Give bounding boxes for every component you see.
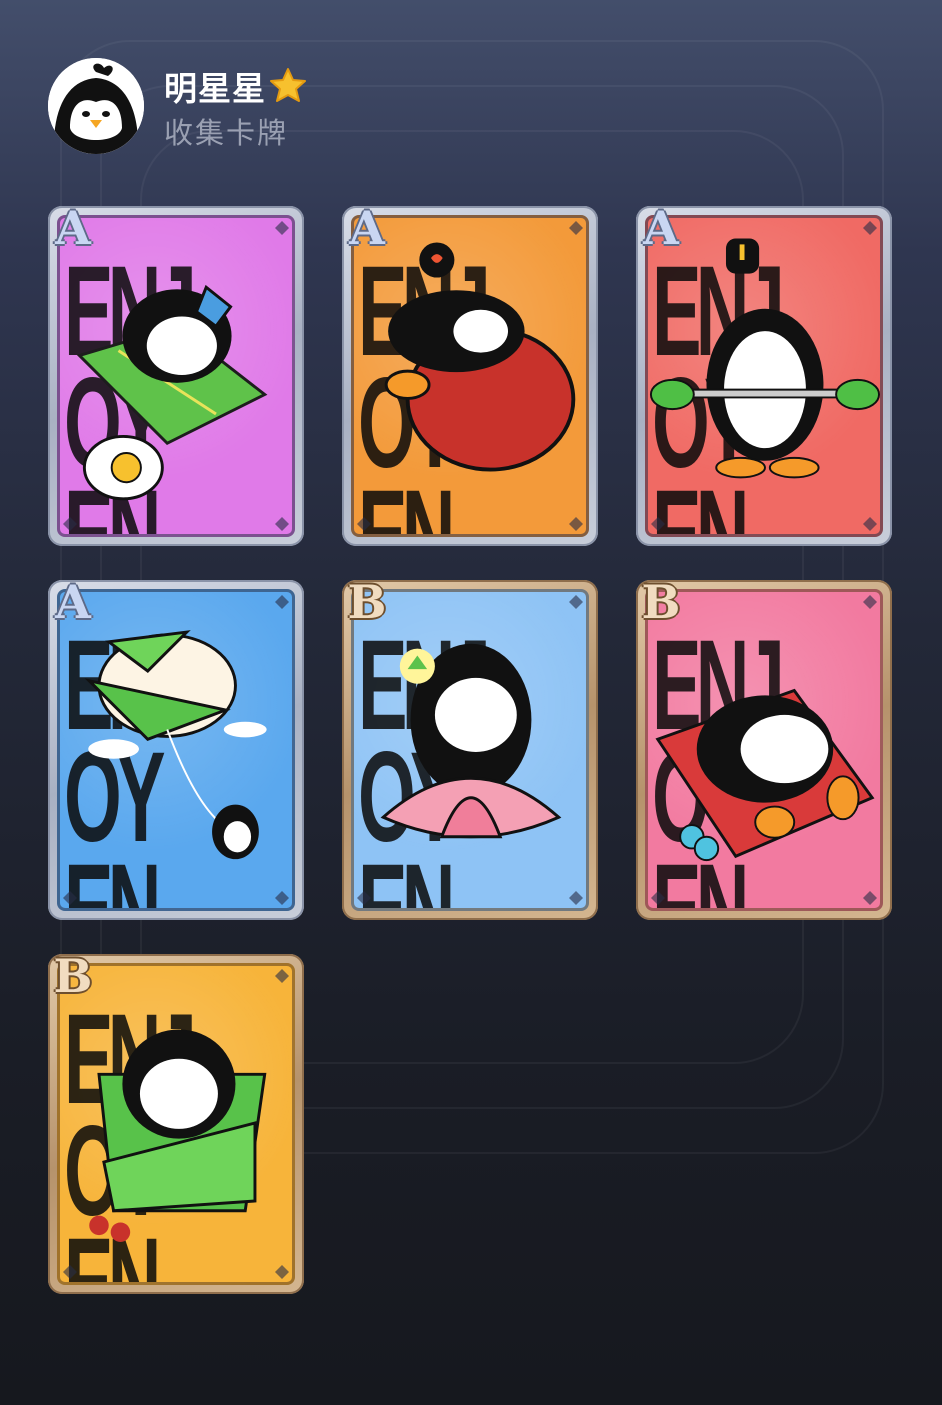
card-tier-badge: B	[347, 575, 387, 629]
card-corner-ornament-icon	[569, 595, 583, 609]
card-face: ENJ OY EN	[645, 589, 883, 911]
card-tier-badge: A	[55, 575, 91, 629]
card-tier-badge: A	[55, 201, 91, 255]
card-corner-ornament-icon	[357, 517, 371, 531]
penguin-avatar-icon	[48, 58, 144, 154]
page-subtitle: 收集卡牌	[164, 116, 289, 150]
card-face: ENJ OY EN	[57, 589, 295, 911]
card-corner-ornament-icon	[63, 891, 77, 905]
card-corner-ornament-icon	[63, 1265, 77, 1279]
card-corner-ornament-icon	[863, 595, 877, 609]
card-corner-ornament-icon	[569, 891, 583, 905]
card-face: ENJ OY EN	[351, 589, 589, 911]
card-corner-ornament-icon	[275, 1265, 289, 1279]
card-corner-ornament-icon	[275, 221, 289, 235]
collection-card[interactable]: BENJ OY EN	[342, 575, 598, 920]
card-corner-ornament-icon	[275, 969, 289, 983]
card-corner-ornament-icon	[569, 517, 583, 531]
avatar[interactable]	[48, 58, 144, 154]
penguin-red-date-icon	[384, 242, 576, 472]
penguin-yoga-mat-icon	[655, 688, 875, 862]
name-row: 明星星	[164, 62, 308, 110]
card-corner-ornament-icon	[863, 891, 877, 905]
card-corner-ornament-icon	[569, 221, 583, 235]
card-corner-ornament-icon	[275, 595, 289, 609]
collection-card[interactable]: AENJ OY EN	[342, 201, 598, 546]
penguin-barbell-icon	[649, 238, 880, 479]
zongzi-kite-icon	[84, 630, 267, 860]
card-corner-ornament-icon	[63, 517, 77, 531]
card-corner-ornament-icon	[275, 517, 289, 531]
card-corner-ornament-icon	[651, 517, 665, 531]
penguin-lotus-icon	[380, 643, 562, 839]
star-icon	[270, 68, 306, 102]
collection-card[interactable]: AENJ OY EN	[48, 575, 304, 920]
card-corner-ornament-icon	[863, 517, 877, 531]
card-tier-badge: A	[643, 201, 679, 255]
card-corner-ornament-icon	[863, 221, 877, 235]
collection-card[interactable]: BENJ OY EN	[48, 949, 304, 1294]
card-tier-badge: B	[641, 575, 681, 629]
card-corner-ornament-icon	[275, 891, 289, 905]
collection-card[interactable]: BENJ OY EN	[636, 575, 892, 920]
card-corner-ornament-icon	[357, 891, 371, 905]
penguin-zongzi-wrap-icon	[89, 1029, 267, 1242]
card-tier-badge: A	[349, 201, 385, 255]
collection-card[interactable]: AENJ OY EN	[48, 201, 304, 546]
card-face: ENJ OY EN	[351, 215, 589, 537]
penguin-zongzi-egg-icon	[76, 284, 268, 501]
card-face: ENJ OY EN	[57, 963, 295, 1285]
collection-card[interactable]: AENJ OY EN	[636, 201, 892, 546]
card-face: ENJ OY EN	[645, 215, 883, 537]
card-corner-ornament-icon	[651, 891, 665, 905]
card-tier-badge: B	[53, 949, 93, 1003]
card-face: ENJ OY EN	[57, 215, 295, 537]
user-name: 明星星	[164, 69, 266, 108]
